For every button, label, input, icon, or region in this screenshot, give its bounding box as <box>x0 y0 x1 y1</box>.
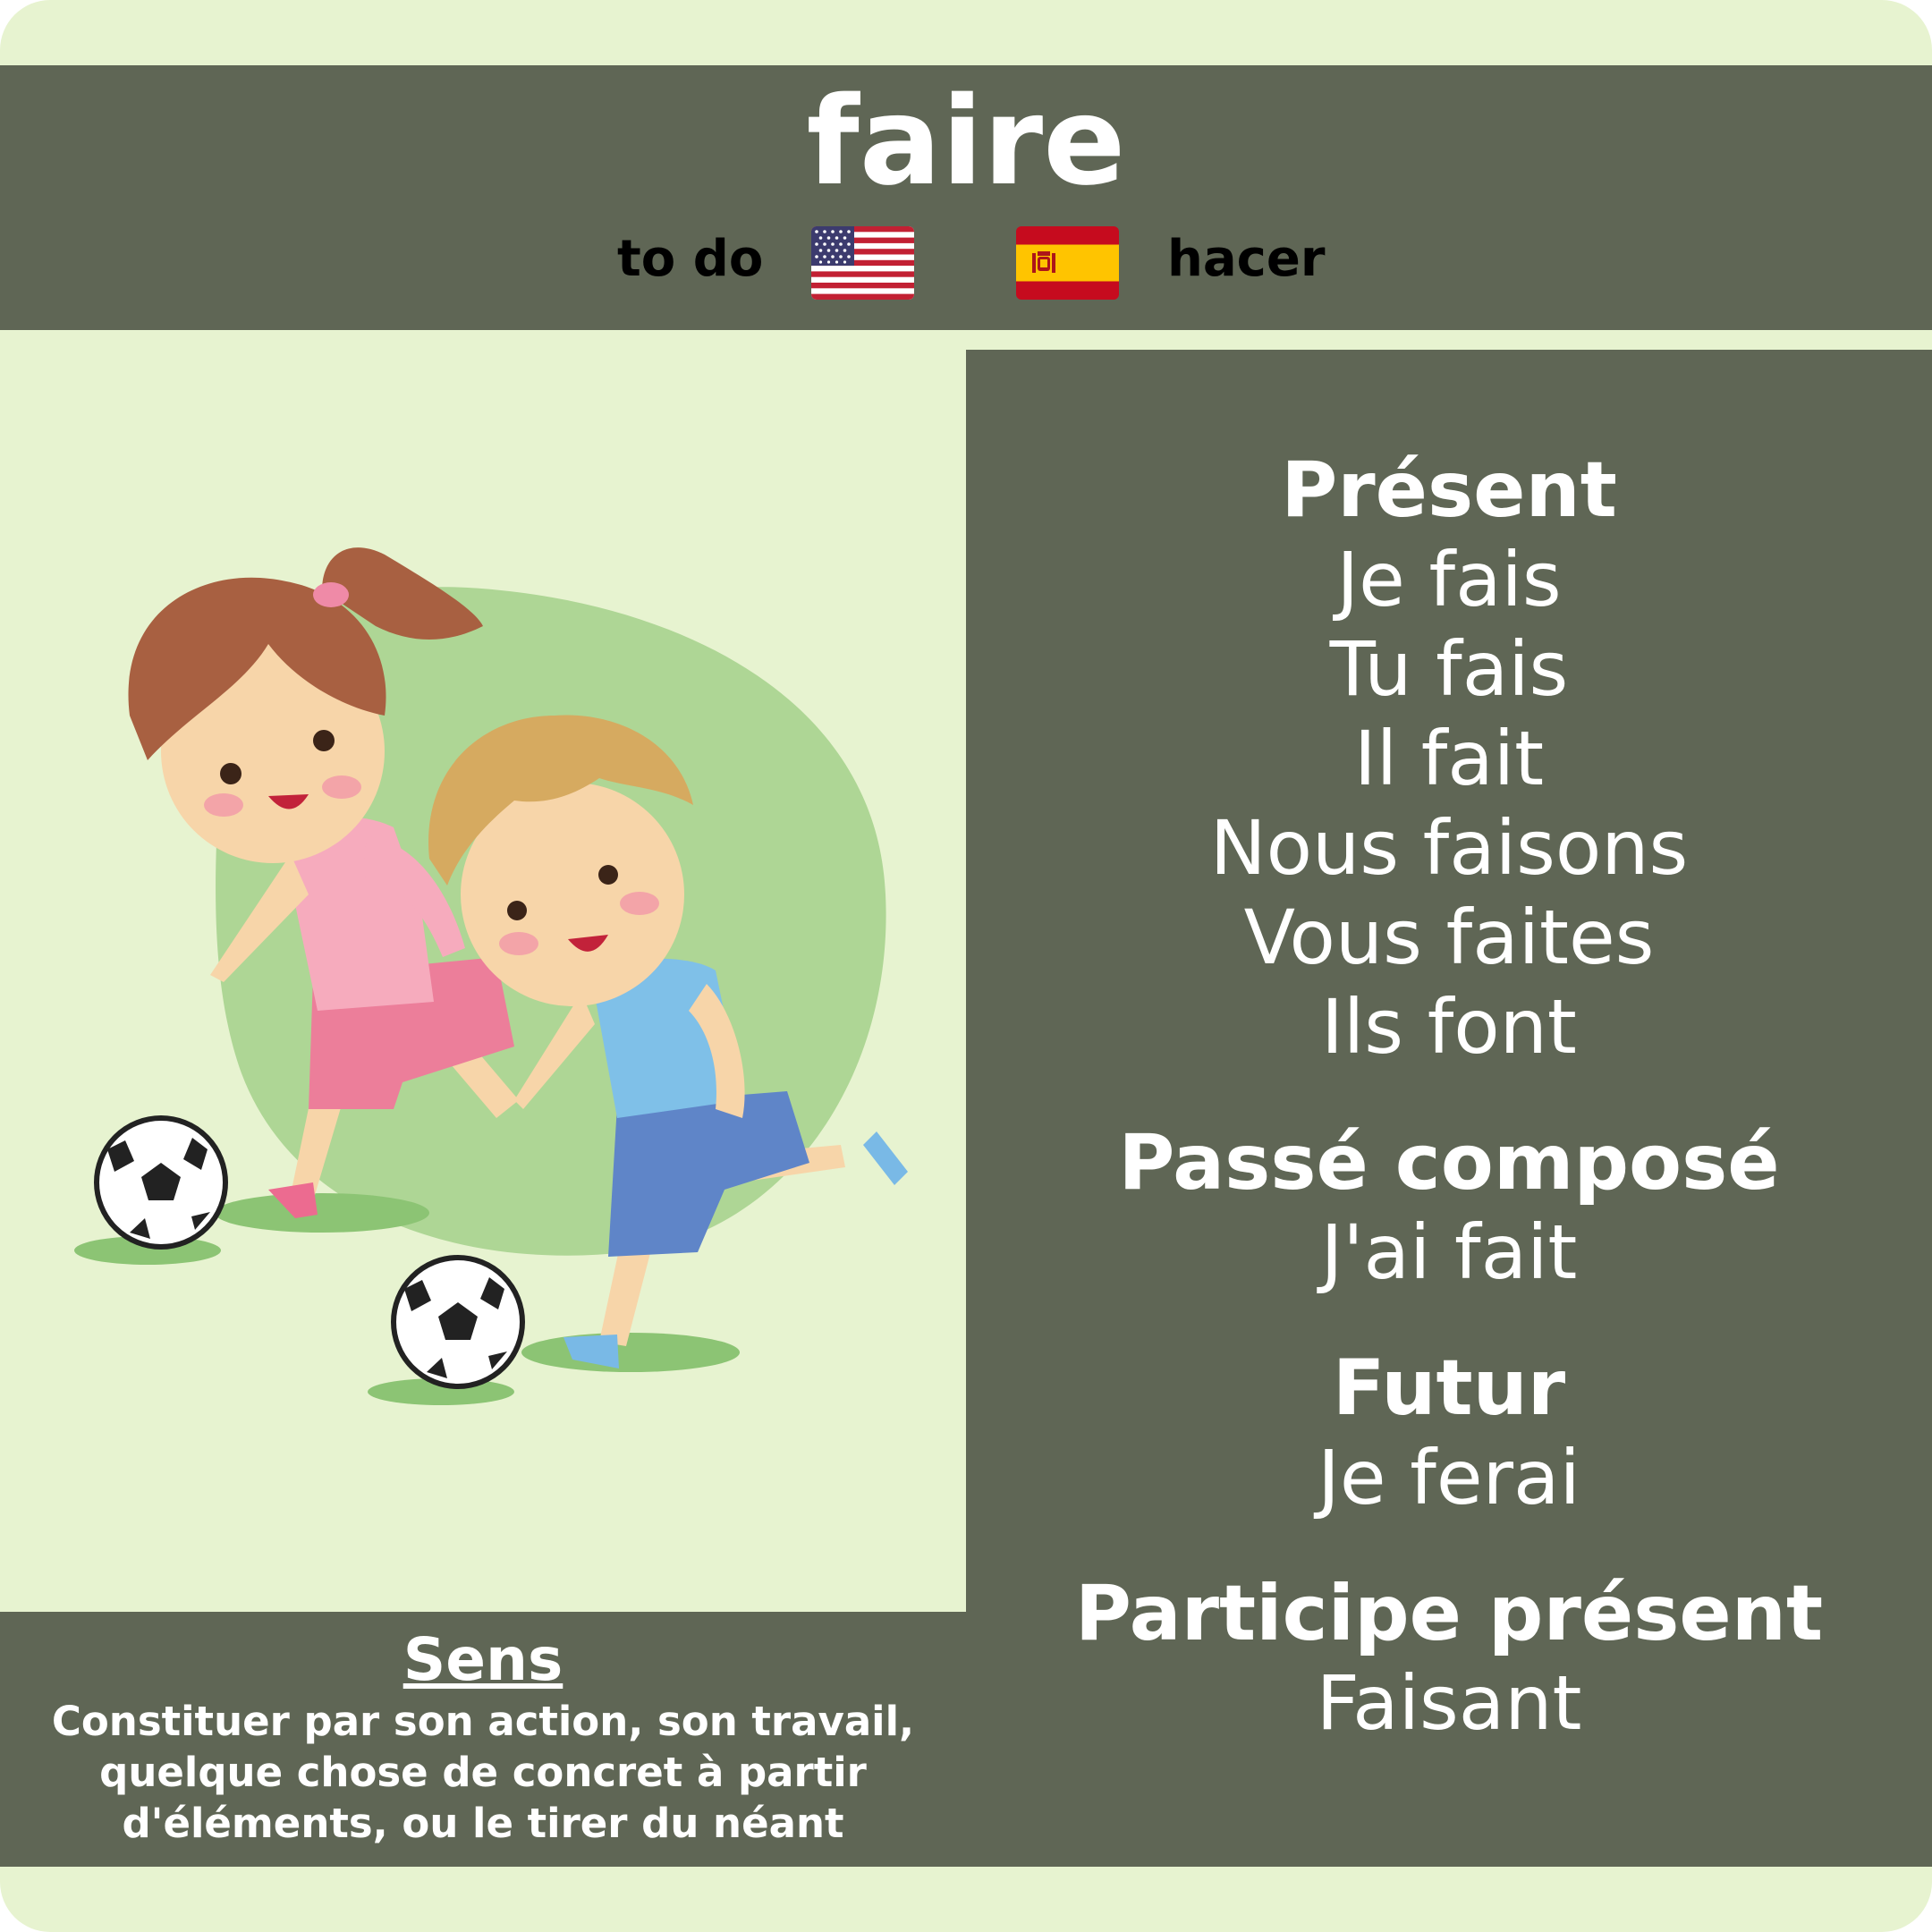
meaning-title: Sens <box>402 1625 564 1694</box>
conjugation-panel: Présent Je fais Tu fais Il fait Nous fai… <box>966 350 1932 1867</box>
participe-present-title: Participe présent <box>1074 1569 1824 1658</box>
futur-title: Futur <box>1332 1343 1566 1433</box>
futur-form: Je ferai <box>1318 1434 1580 1521</box>
present-form: Tu fais <box>1329 625 1569 713</box>
spain-flag-icon <box>1016 226 1119 300</box>
meaning-line: d'éléments, ou le tirer du néant <box>122 1800 844 1847</box>
passe-compose-title: Passé composé <box>1118 1118 1780 1208</box>
conjugation-list: Présent Je fais Tu fais Il fait Nous fai… <box>966 445 1932 1748</box>
us-flag-icon <box>811 226 914 300</box>
passe-compose-form: J'ai fait <box>1320 1208 1578 1296</box>
present-form: Nous faisons <box>1209 804 1689 892</box>
soccer-ball-icon <box>391 1255 525 1389</box>
present-form: Ils font <box>1321 983 1577 1071</box>
soccer-ball-icon <box>94 1115 228 1250</box>
meaning-line: Constituer par son action, son travail, <box>51 1698 915 1745</box>
present-form: Je fais <box>1336 536 1562 623</box>
children-playing-soccer-illustration <box>74 547 908 1405</box>
meaning-panel: Sens Constituer par son action, son trav… <box>0 1612 966 1867</box>
flashcard: faire to do hacer Présent Je fais Tu fai… <box>0 0 1932 1932</box>
present-form: Il fait <box>1353 715 1545 802</box>
spanish-translation: hacer <box>1167 230 1326 288</box>
meaning-line: quelque chose de concret à partir <box>99 1749 867 1796</box>
english-translation: to do <box>617 230 764 288</box>
present-title: Présent <box>1281 445 1617 535</box>
verb-title: faire <box>806 72 1126 213</box>
meaning-text: Constituer par son action, son travail, … <box>18 1696 948 1849</box>
participe-present-form: Faisant <box>1316 1659 1582 1747</box>
present-form: Vous faites <box>1243 894 1655 981</box>
